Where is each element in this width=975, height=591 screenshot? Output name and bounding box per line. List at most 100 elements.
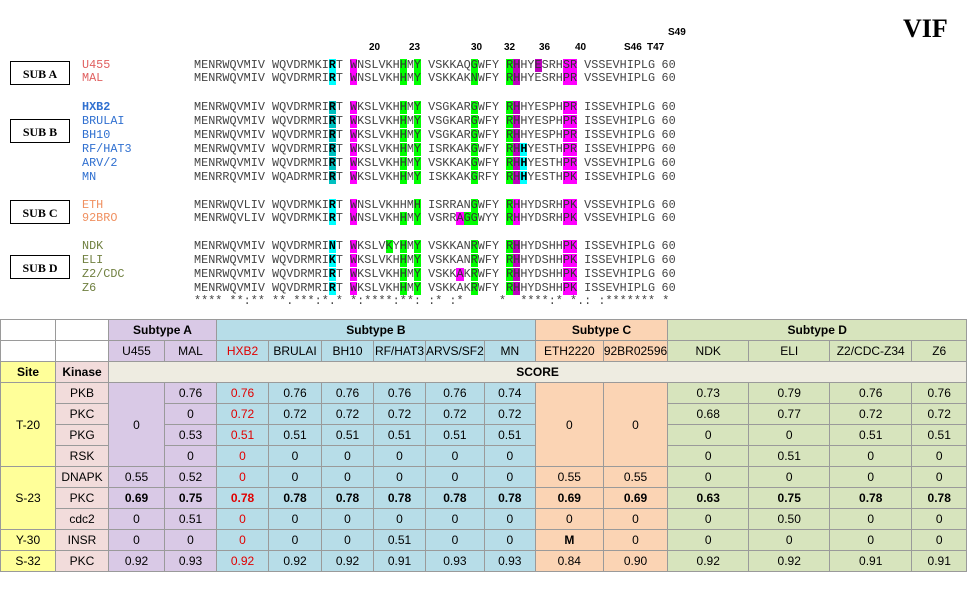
strain-header: ELI [748,340,831,362]
score-cell: 0 [911,445,968,467]
sequence-name: ELI [82,253,104,267]
strain-header: 92BR02596 [602,340,669,362]
sequence-name: HXB2 [82,100,111,114]
score-cell: 0.51 [268,424,322,446]
site-number-label: 36 [539,42,551,53]
score-cell: 0.90 [602,550,669,572]
score-cell: 0 [667,424,750,446]
score-cell: 0.92 [748,550,831,572]
kinase-cell: cdc2 [55,508,109,530]
kinase-cell: RSK [55,445,109,467]
score-cell: 0 [748,466,831,488]
site-number-label: T47 [647,42,665,53]
strain-header: HXB2 [216,340,269,362]
score-cell: 0.76 [164,382,217,404]
sequence-alignment: VIF S49 20 23 30 32 36 40 S46 T47 SUB A SUB B SU… [0,0,975,318]
score-cell: 0 [164,445,217,467]
score-cell: 0 [425,508,485,530]
kinase-header: Kinase [55,361,109,383]
score-cell: 0.72 [483,403,536,425]
table-row: Y-30 INSR 0 0 0 0 0 0.51 0 0 M 0 0 0 0 0 [0,529,968,551]
table-row: S-23 DNAPK 0.55 0.52 0 0 0 0 0 0 0.55 0.55 0 0 0 0 [0,466,968,530]
score-cell: 0 [108,382,165,467]
score-cell: 0.78 [829,487,913,509]
score-cell: M [534,529,604,551]
score-cell: 0 [829,466,913,488]
blank-cell [0,340,56,362]
score-cell: 0 [321,529,374,551]
sequence-name: 92BRO [82,211,118,225]
sequence-end-position: 60 [661,239,676,253]
score-cell: 0.78 [321,487,374,509]
kinase-cell: PKG [55,424,109,446]
score-cell: 0 [321,466,374,488]
score-cell: 0.78 [373,487,426,509]
sequence-residues: MENRRQVMIV WQADRMRIRT WKSLVKHHMY ISKKAKG… [194,170,656,184]
score-cell: 0.92 [667,550,750,572]
score-cell: 0 [268,508,322,530]
sequence-end-position: 60 [661,71,676,85]
sequence-name: BH10 [82,128,111,142]
strain-header-row: U455 MAL HXB2 BRULAI BH10 RF/HAT3 ARVS/SF2 MN ET… [0,340,968,362]
site-cell: Y-30 [0,529,56,551]
score-cell: 0 [373,508,426,530]
table-row: T-20 PKB 0 0.76 0.76 0.76 0.76 0.76 0.76 0.74 0 0 0.… [0,382,968,467]
score-cell: 0 [164,529,217,551]
sequence-end-position: 60 [661,128,676,142]
site-cell: T-20 [0,382,56,467]
site-number-label: S46 [624,42,642,53]
sequence-residues: MENRWQVMIV WQVDRMRIRT WKSLVKHHMY VSGKARG… [194,100,656,114]
score-cell: 0.78 [216,487,269,509]
score-cell: 0.69 [534,487,604,509]
score-cell: 0.92 [268,550,322,572]
subtype-header: Subtype D [667,319,968,341]
sequence-name: MN [82,170,97,184]
score-cell: 0.76 [425,382,485,404]
score-cell: 0.93 [425,550,485,572]
score-cell: 0 [748,529,831,551]
score-cell: 0 [164,403,217,425]
score-cell: 0.72 [425,403,485,425]
score-cell: 0 [667,466,750,488]
score-cell: 0.52 [164,466,217,488]
sequence-end-position: 60 [661,267,676,281]
sequence-end-position: 60 [661,114,676,128]
group-label-sub-b: SUB B [10,119,70,143]
subtype-header-row: Subtype A Subtype B Subtype C Subtype D [0,319,968,341]
sequence-residues: MENRWQVMIV WQVDRMRIRT WKSLVKHHMY VSGKARG… [194,114,656,128]
score-cell: 0 [268,466,322,488]
table-row: S-32 PKC 0.92 0.93 0.92 0.92 0.92 0.91 0.93 0.93 0… [0,550,968,572]
site-number-label: 30 [471,42,483,53]
score-cell: 0.91 [911,550,968,572]
score-cell: 0 [425,445,485,467]
score-cell: 0 [911,508,968,530]
table-row: cdc2 0 0.51 0 0 0 0 0 0 0 0 0 0.50 0 0 [1,508,968,530]
sequence-residues: MENRWQVMIV WQVDRMRIRT WKSLVKHHMY ISRKAKG… [194,142,656,156]
blank-cell [55,340,109,362]
score-cell: 0.72 [911,403,968,425]
score-cell: 0.77 [748,403,831,425]
score-cell: 0 [534,508,604,530]
subtype-header: Subtype A [108,319,217,341]
sequence-name: MAL [82,71,104,85]
subtype-header: Subtype C [534,319,669,341]
sequence-name: RF/HAT3 [82,142,132,156]
score-cell: 0.63 [667,487,750,509]
site-number-label: 40 [575,42,587,53]
site-number-label: 23 [409,42,421,53]
kinase-cell: DNAPK [55,466,109,488]
score-cell: 0.51 [321,424,374,446]
strain-header: ARVS/SF2 [425,340,485,362]
score-cell: 0 [108,508,165,530]
sequence-name: NDK [82,239,104,253]
sequence-name: Z2/CDC [82,267,125,281]
score-cell: 0 [829,508,913,530]
strain-header: Z6 [911,340,968,362]
score-cell: 0 [425,529,485,551]
score-cell: 0.69 [602,487,669,509]
score-cell: 0.75 [164,487,217,509]
strain-header: NDK [667,340,750,362]
score-cell: 0 [108,529,165,551]
score-cell: 0.75 [748,487,831,509]
score-cell: 0 [216,529,269,551]
